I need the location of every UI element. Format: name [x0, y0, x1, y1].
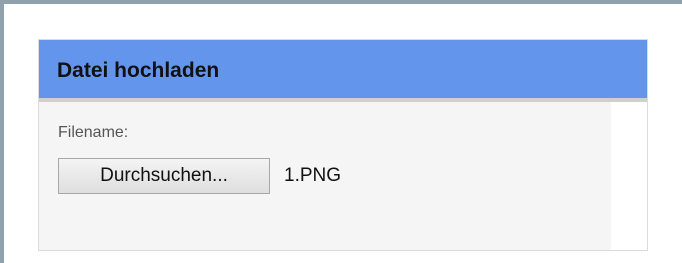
panel-title: Datei hochladen: [57, 59, 220, 82]
upload-panel: Datei hochladen Filename: Durchsuchen...…: [38, 39, 648, 251]
filename-label: Filename:: [58, 124, 129, 141]
panel-header: Datei hochladen: [39, 40, 647, 102]
selected-file-name: 1.PNG: [284, 165, 342, 186]
window-frame: Datei hochladen Filename: Durchsuchen...…: [0, 0, 682, 263]
browse-button[interactable]: Durchsuchen...: [58, 158, 270, 194]
panel-body: Filename: Durchsuchen... 1.PNG: [39, 102, 611, 250]
